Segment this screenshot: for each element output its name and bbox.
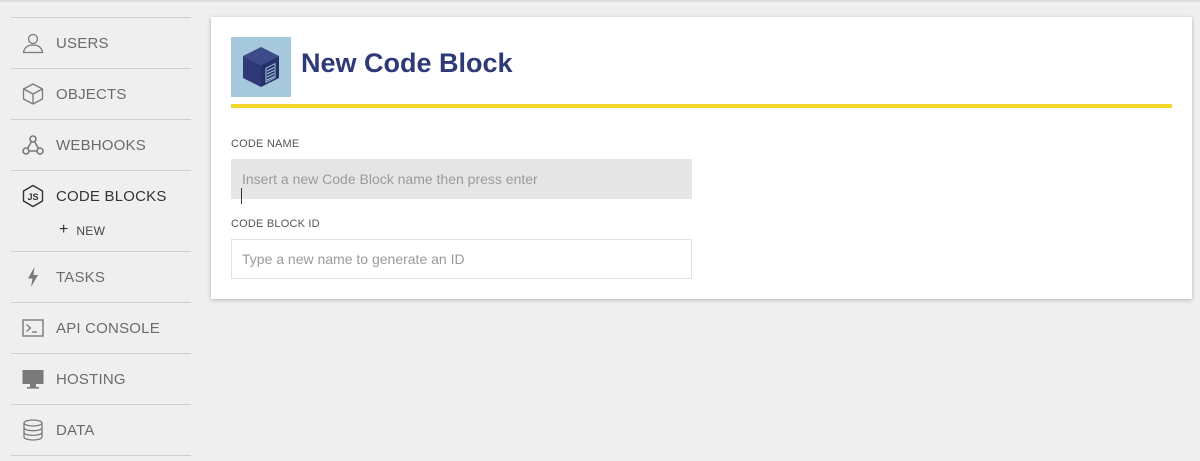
sidebar-item-label: API CONSOLE (56, 319, 160, 337)
card-header: New Code Block (231, 37, 1172, 109)
database-icon (20, 417, 46, 443)
top-border (0, 0, 1200, 2)
cube-icon (20, 81, 46, 107)
plus-icon: + (59, 221, 69, 238)
terminal-icon (20, 315, 46, 341)
sidebar-item-label: TASKS (56, 268, 106, 286)
text-caret (241, 188, 242, 204)
sidebar-item-data[interactable]: DATA (11, 404, 191, 455)
sidebar-subitem-label: NEW (76, 224, 106, 238)
svg-text:JS: JS (27, 192, 38, 202)
js-icon: JS (20, 183, 46, 209)
sidebar-item-objects[interactable]: OBJECTS (11, 68, 191, 119)
new-code-block-card: New Code Block CODE NAME CODE BLOCK ID (211, 17, 1192, 299)
sidebar-item-code-blocks[interactable]: JS CODE BLOCKS (11, 170, 191, 221)
code-name-label: CODE NAME (231, 138, 300, 150)
sidebar-item-label: CODE BLOCKS (56, 187, 167, 205)
code-name-input[interactable] (231, 159, 692, 199)
sidebar-divider (11, 455, 191, 456)
page-title: New Code Block (301, 48, 513, 78)
sidebar: USERS OBJECTS WEBHOOKS JS CODE BLOCKS + … (11, 17, 191, 456)
sidebar-item-webhooks[interactable]: WEBHOOKS (11, 119, 191, 170)
sidebar-item-label: WEBHOOKS (56, 136, 146, 154)
sidebar-item-users[interactable]: USERS (11, 17, 191, 68)
sidebar-item-label: OBJECTS (56, 85, 127, 103)
sidebar-item-tasks[interactable]: TASKS (11, 251, 191, 302)
code-block-cube-icon (231, 37, 291, 97)
code-block-id-input[interactable] (231, 239, 692, 279)
monitor-icon (20, 366, 46, 392)
sidebar-item-api-console[interactable]: API CONSOLE (11, 302, 191, 353)
header-accent-rule (231, 104, 1172, 108)
sidebar-subitem-new[interactable]: + NEW (11, 221, 191, 251)
sidebar-item-hosting[interactable]: HOSTING (11, 353, 191, 404)
sidebar-item-label: HOSTING (56, 370, 126, 388)
lightning-icon (20, 264, 46, 290)
sidebar-item-label: USERS (56, 34, 109, 52)
webhook-icon (20, 132, 46, 158)
user-icon (20, 30, 46, 56)
code-block-id-label: CODE BLOCK ID (231, 218, 320, 230)
sidebar-item-label: DATA (56, 421, 95, 439)
